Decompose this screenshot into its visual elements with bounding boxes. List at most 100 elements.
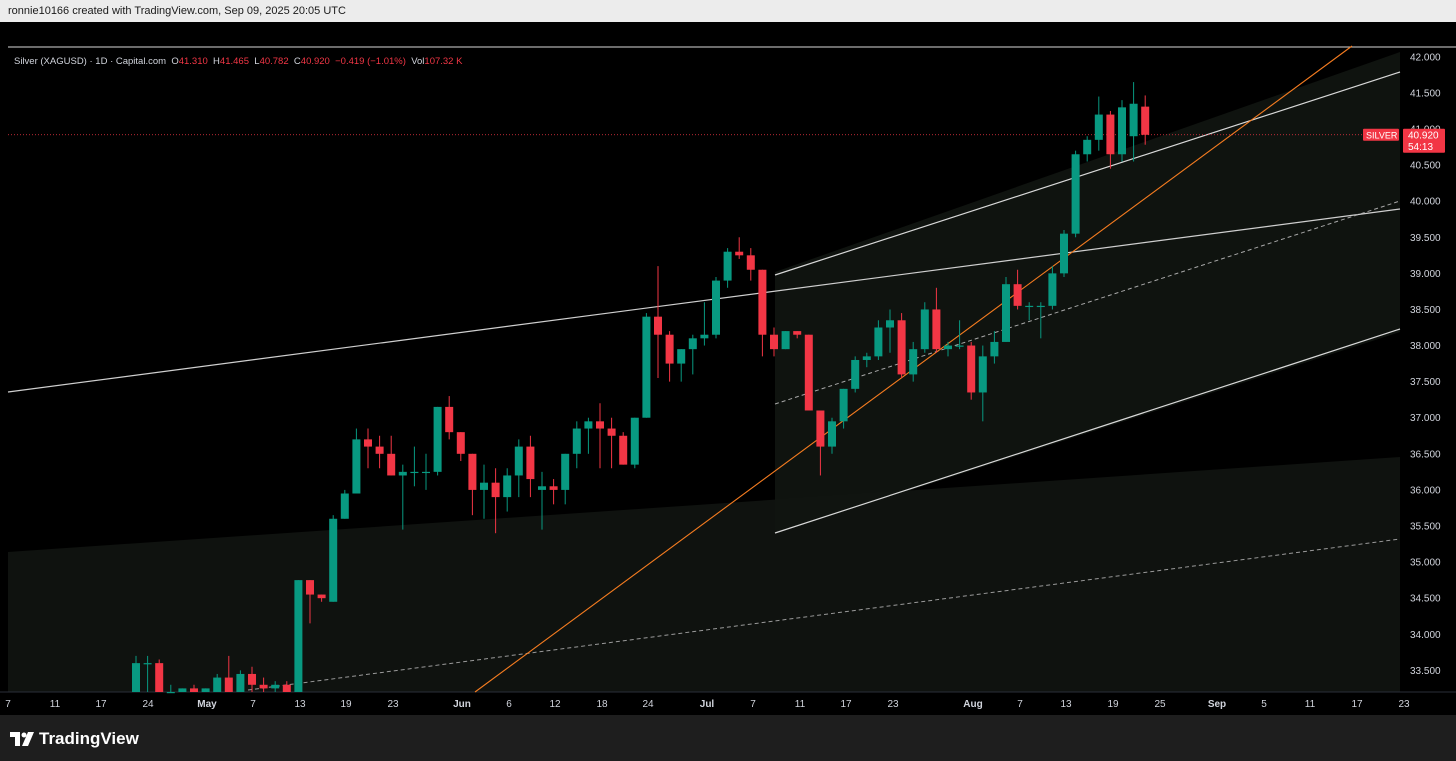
candle-body [944,345,952,350]
candle-body [201,688,210,692]
candle-body [503,475,512,498]
x-axis-label: 7 [5,699,11,710]
candle-body [1118,107,1126,155]
candle-body [375,446,384,454]
chart-area[interactable]: 42.00041.50041.00040.50040.00039.50039.0… [0,22,1456,715]
y-axis-label: 40.000 [1410,197,1441,208]
candle-body [1036,305,1045,308]
candle-body [630,417,639,465]
legend-vol: 107.32 K [424,56,463,67]
legend-close-label: C [293,56,301,67]
y-axis-label: 35.500 [1410,521,1441,532]
lower-channel-fill [8,457,1400,692]
candle-body [1094,114,1103,140]
candle-body [445,406,454,433]
x-axis-label: Aug [963,699,982,710]
candle-body [549,486,558,490]
candle-body [166,692,175,694]
footer: TradingView [0,715,1456,761]
x-axis-label: 17 [1351,699,1363,710]
candle-body [909,349,918,375]
candle-body [816,410,825,447]
candle-body [491,482,500,498]
x-axis-label: 5 [1261,699,1267,710]
candle-body [607,428,616,436]
candle-body [155,663,164,692]
candle-body [839,388,848,422]
candle-body [700,334,709,339]
symbol-legend: Silver (XAGUSD) · 1D · Capital.com O41.3… [14,56,462,67]
legend-high-label: H [213,56,220,67]
x-axis-label: Jun [453,699,471,710]
candle-body [282,684,291,692]
tradingview-logo[interactable]: TradingView [10,729,139,749]
y-axis-label: 34.000 [1410,630,1441,641]
candle-body [828,421,836,447]
brand-name: TradingView [39,729,139,748]
legend-change: −0.419 (−1.01%) [335,56,406,67]
price-tag-countdown: 54:13 [1408,142,1433,153]
candle-body [561,453,570,490]
y-axis-label: 36.500 [1410,449,1441,460]
candle-body [665,334,674,364]
candle-body [723,251,732,281]
x-axis-label: 11 [1305,699,1316,710]
y-axis-label: 39.000 [1410,269,1441,280]
candle-body [920,309,929,350]
tradingview-icon [10,732,34,746]
candle-body [1013,284,1022,306]
symbol-tag-label: SILVER [1366,130,1398,140]
legend-open: 41.310 [178,56,208,67]
y-axis-label: 37.000 [1410,413,1441,424]
x-axis-label: 24 [142,699,154,710]
x-axis-label: May [197,699,217,710]
candle-body [781,331,790,350]
candle-body [433,406,442,472]
x-axis-label: 23 [887,699,899,710]
legend-open-label: O [171,56,179,67]
candle-body [1025,305,1034,308]
price-chart[interactable]: 42.00041.50041.00040.50040.00039.50039.0… [0,22,1456,715]
candle-body [688,338,697,350]
candle-body [317,594,326,599]
candle-body [387,453,396,476]
candle-body [1083,139,1092,155]
x-axis-label: 24 [642,699,654,710]
legend-low: 40.782 [259,56,289,67]
candle-body [677,349,686,364]
attribution-bar: ronnie10166 created with TradingView.com… [0,0,1456,22]
candle-body [886,320,894,328]
x-axis-label: 13 [1060,699,1072,710]
candle-body [143,663,152,665]
y-axis-label: 34.500 [1410,594,1441,605]
candle-body [480,482,488,490]
candle-body [294,580,303,692]
candle-body [306,580,314,595]
y-axis-label: 38.500 [1410,305,1441,316]
attribution-text: ronnie10166 created with TradingView.com… [8,5,346,17]
x-axis-label: Sep [1208,699,1226,710]
candle-body [132,663,140,692]
candle-body [874,327,883,357]
x-axis-label: 13 [294,699,306,710]
candle-body [236,673,245,692]
candle-body [1002,284,1010,342]
candle-body [746,255,755,270]
legend-symbol: Silver (XAGUSD) · 1D · Capital.com [14,56,167,67]
candle-body [410,471,419,474]
candle-body [804,334,813,411]
candle-body [352,439,361,494]
x-axis-label: 23 [1398,699,1410,710]
candle-body [619,435,628,465]
x-axis-label: 17 [840,699,852,710]
candle-body [1060,233,1068,274]
candle-body [978,356,987,393]
candle-body [955,345,964,347]
legend-high: 41.465 [219,56,249,67]
candle-body [793,331,802,335]
candle-body [248,673,256,685]
y-axis-label: 38.000 [1410,341,1441,352]
candle-body [538,486,546,490]
candle-body [758,269,767,335]
candle-body [364,439,372,447]
